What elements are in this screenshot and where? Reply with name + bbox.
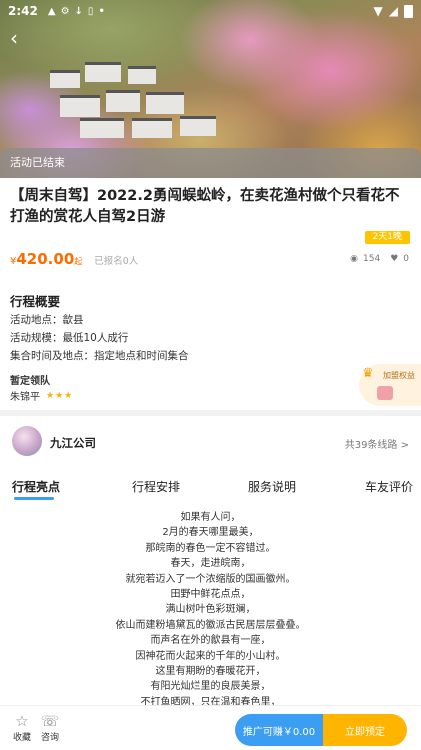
battery-icon (404, 4, 413, 18)
promote-button[interactable]: 推广可赚￥0.00 (235, 714, 323, 746)
price: 420.00 (16, 250, 75, 268)
leader-name: 朱锦平 (10, 392, 40, 403)
leader-rating: ★★★ (46, 390, 74, 401)
heart-icon[interactable]: ♥ (390, 254, 398, 264)
poem-line: 因神花而火起来的千年的小山村。 (135, 650, 286, 662)
wifi-icon: ▼ (373, 4, 383, 18)
consult-label: 咨询 (40, 733, 59, 743)
duration-tag: 2天1晚 (364, 231, 410, 244)
leader-heading: 暂定领队 (10, 376, 50, 387)
company-routes-link[interactable]: 共39条线路 > (345, 436, 409, 451)
poem-line: 田野中鲜花点点， (170, 589, 251, 601)
gift-icon (377, 386, 393, 400)
views-count: 154 (363, 254, 381, 264)
details-card: 九江公司 共39条线路 > 行程亮点 行程安排 服务说明 车友评价 如果有人问，… (0, 416, 421, 750)
poem-line: 而声名在外的歙县有一座， (150, 635, 271, 647)
phone-icon: ☏ (40, 712, 60, 730)
trip-title: 【周末自驾】2022.2勇闯蜈蚣岭，在卖花渔村做个只看花不打渔的赏花人自驾2日游 (10, 188, 400, 225)
village-illustration (40, 40, 230, 140)
likes-count: 0 (403, 254, 409, 264)
signal-icon: ◢ (388, 4, 398, 18)
sim-icon: ▯ (87, 5, 94, 17)
detail-tabs: 行程亮点 行程安排 服务说明 车友评价 (0, 476, 421, 500)
poem-line: 就宛若迈入了一个浓缩版的国画徽州。 (125, 573, 296, 585)
price-row: ¥ 420.00 起 已报名0人 (10, 250, 138, 268)
poem-line: 有阳光灿烂里的良辰美景， (150, 681, 271, 693)
bottom-action-bar: ☆ 收藏 ☏ 咨询 推广可赚￥0.00 立即预定 (0, 705, 421, 750)
download-icon: ↓ (74, 5, 83, 17)
book-now-button[interactable]: 立即预定 (323, 714, 407, 746)
tab-reviews[interactable]: 车友评价 (365, 478, 413, 495)
poem-line: 满山树叶色彩斑斓， (165, 604, 256, 616)
signed-up-count: 已报名0人 (94, 256, 139, 267)
poem-line: 如果有人问， (180, 512, 241, 523)
poem-line: 春天，走进皖南， (170, 558, 251, 570)
highlights-text: 如果有人问， 2月的春天哪里最美， 那皖南的春色一定不容错过。 春天，走进皖南，… (0, 510, 421, 710)
poem-line: 这里有期盼的春暖花开， (155, 666, 266, 678)
tab-schedule[interactable]: 行程安排 (132, 478, 180, 495)
activity-ended-banner: 活动已结束 (0, 148, 421, 178)
tab-service[interactable]: 服务说明 (248, 478, 296, 495)
star-icon: ☆ (15, 712, 29, 730)
collect-button[interactable]: ☆ 收藏 (8, 712, 36, 743)
activity-scale: 活动规模：最低10人成行 (10, 332, 129, 344)
activity-location: 活动地点：歙县 (10, 314, 84, 326)
poem-line: 2月的春天哪里最美， (162, 527, 259, 539)
eye-icon: ◉ (350, 254, 358, 264)
leader: 朱锦平 ★★★ (10, 388, 74, 404)
poem-line: 依山而建粉墙黛瓦的徽派古民居层层叠叠。 (115, 619, 306, 631)
notification-icon: ▲ (47, 5, 56, 17)
dot-icon: • (98, 5, 105, 17)
stats: ◉ 154 ♥ 0 (350, 254, 409, 264)
poem-line: 那皖南的春色一定不容错过。 (145, 542, 276, 554)
active-tab-indicator (14, 497, 54, 500)
member-benefits-label: 加盟权益 (383, 371, 415, 380)
collect-label: 收藏 (12, 733, 31, 743)
status-bar: 2:42 ▲ ⚙ ↓ ▯ • ▼ ◢ (0, 0, 421, 22)
overview-heading: 行程概要 (10, 294, 61, 309)
back-icon[interactable]: ‹ (10, 24, 38, 52)
company-name[interactable]: 九江公司 (50, 435, 96, 451)
price-unit: 起 (74, 257, 83, 266)
trip-info-card: 【周末自驾】2022.2勇闯蜈蚣岭，在卖花渔村做个只看花不打渔的赏花人自驾2日游… (0, 178, 421, 410)
member-benefits-badge[interactable]: ♛ 加盟权益 (359, 364, 421, 406)
status-time: 2:42 (8, 4, 38, 18)
crown-icon: ♛ (362, 366, 374, 381)
tab-highlights[interactable]: 行程亮点 (12, 478, 60, 495)
company-avatar[interactable] (12, 426, 42, 456)
gather-info: 集合时间及地点：指定地点和时间集合 (10, 350, 189, 362)
settings-icon: ⚙ (60, 5, 70, 17)
consult-button[interactable]: ☏ 咨询 (36, 712, 64, 743)
